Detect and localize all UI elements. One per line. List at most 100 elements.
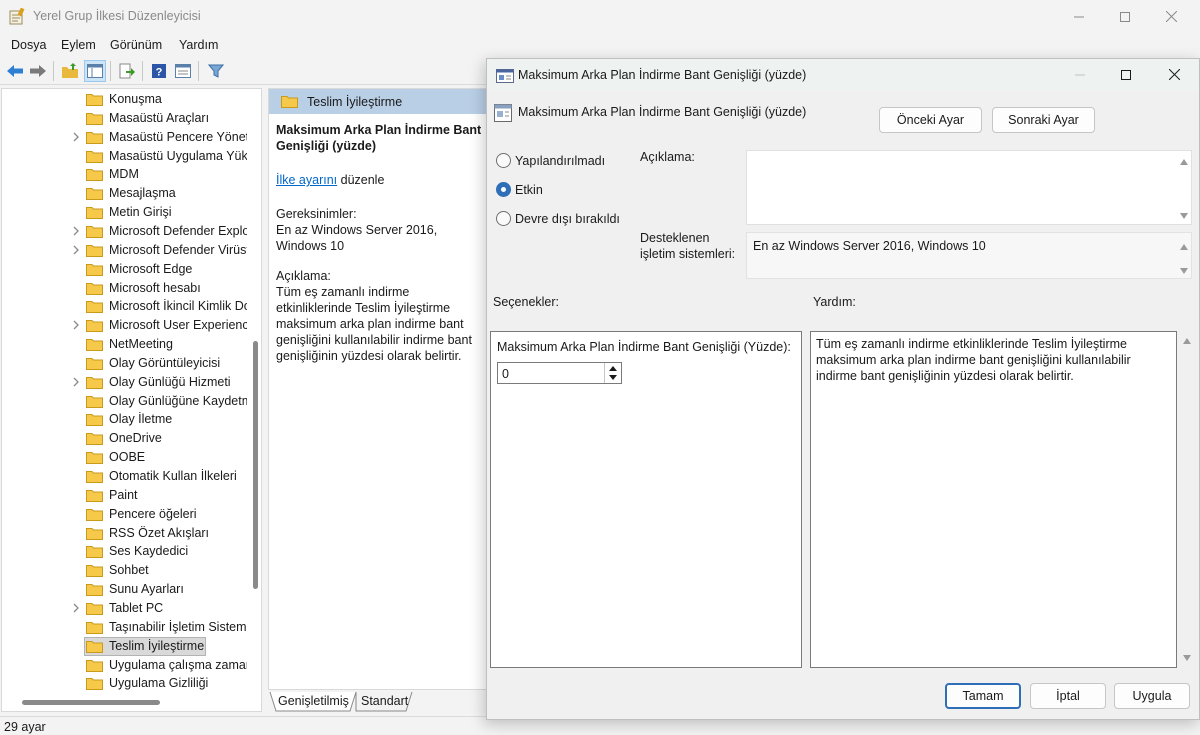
group-policy-app-icon <box>9 8 25 25</box>
apply-button[interactable]: Uygula <box>1114 683 1190 709</box>
scroll-down-icon[interactable] <box>1179 267 1189 275</box>
scroll-up-icon[interactable] <box>1182 337 1192 345</box>
back-button[interactable] <box>4 60 26 82</box>
menu-action[interactable]: Eylem <box>61 38 96 52</box>
cancel-button[interactable]: İptal <box>1030 683 1106 709</box>
tree-item[interactable]: Teslim İyileştirme <box>2 636 261 656</box>
tree-item[interactable]: Masaüstü Pencere Yöneticisi <box>2 128 261 147</box>
chevron-right-icon[interactable] <box>71 131 81 143</box>
previous-setting-button[interactable]: Önceki Ayar <box>879 107 982 133</box>
tree-item[interactable]: Ses Kaydedici <box>2 542 261 561</box>
tree-item[interactable]: MDM <box>2 165 261 184</box>
tree-item[interactable]: Tablet PC <box>2 599 261 618</box>
tree-item[interactable]: Masaüstü Araçları <box>2 109 261 128</box>
forward-button[interactable] <box>27 60 49 82</box>
radio-circle <box>496 182 511 197</box>
tree-item-label: Teslim İyileştirme <box>109 638 205 653</box>
tree-item[interactable]: Uygulama çalışma zamanı <box>2 656 261 675</box>
chevron-right-icon[interactable] <box>71 244 81 256</box>
tree-item[interactable]: Taşınabilir İşletim Sistemi <box>2 618 261 637</box>
tree-item[interactable]: Microsoft hesabı <box>2 279 261 298</box>
tree-item[interactable]: Microsoft Edge <box>2 260 261 279</box>
tree-item[interactable]: Olay Günlüğüne Kaydetme <box>2 392 261 411</box>
close-icon <box>1168 69 1180 80</box>
tree-item[interactable]: Masaüstü Uygulama Yükleyici <box>2 147 261 166</box>
tree-item[interactable]: Microsoft İkincil Kimlik Doğrulama <box>2 297 261 316</box>
spinbox-buttons <box>604 363 621 383</box>
properties-button[interactable] <box>172 60 194 82</box>
bandwidth-percent-spinbox[interactable]: 0 <box>497 362 622 384</box>
tree-item-label: Uygulama Gizliliği <box>109 676 209 691</box>
tree-item[interactable]: OneDrive <box>2 429 261 448</box>
tree-item[interactable]: Olay Günlüğü Hizmeti <box>2 373 261 392</box>
edit-policy-suffix: düzenle <box>337 173 385 187</box>
tree-item-label: Pencere öğeleri <box>109 506 197 521</box>
spin-down-icon[interactable] <box>608 374 618 381</box>
chevron-right-icon[interactable] <box>71 225 81 237</box>
tree-item[interactable]: Sohbet <box>2 561 261 580</box>
tree-vertical-scrollbar[interactable] <box>253 341 258 589</box>
tree-item[interactable]: Konuşma <box>2 90 261 109</box>
close-button[interactable] <box>1148 0 1194 33</box>
description-label: Açıklama: <box>276 269 331 283</box>
tree-item[interactable]: Microsoft User Experience <box>2 316 261 335</box>
scroll-up-icon[interactable] <box>1179 243 1189 251</box>
filter-button[interactable] <box>205 60 227 82</box>
folder-icon <box>86 282 103 295</box>
menu-help[interactable]: Yardım <box>179 38 218 52</box>
chevron-right-icon[interactable] <box>71 319 81 331</box>
options-pane: Maksimum Arka Plan İndirme Bant Genişliğ… <box>490 331 802 668</box>
edit-policy-link[interactable]: İlke ayarını <box>276 173 337 187</box>
folder-icon <box>86 395 103 408</box>
tree-item-label: Olay Görüntüleyicisi <box>109 355 221 370</box>
chevron-right-icon[interactable] <box>71 376 81 388</box>
tree-item[interactable]: Uygulama Gizliliği <box>2 674 261 693</box>
tree-item[interactable]: Paint <box>2 486 261 505</box>
tree-item[interactable]: Metin Girişi <box>2 203 261 222</box>
tree-item[interactable]: Microsoft Defender Exploit Guard <box>2 222 261 241</box>
supported-os-value: En az Windows Server 2016, Windows 10 <box>753 239 986 253</box>
tree-item[interactable]: Olay İletme <box>2 410 261 429</box>
scroll-down-icon[interactable] <box>1179 212 1189 220</box>
tree-item[interactable]: OOBE <box>2 448 261 467</box>
minimize-button[interactable] <box>1056 0 1102 33</box>
tree-item[interactable]: Sunu Ayarları <box>2 580 261 599</box>
folder-icon <box>86 357 103 370</box>
menu-file[interactable]: Dosya <box>11 38 46 52</box>
tree-item-label: Metin Girişi <box>109 205 172 220</box>
maximize-icon <box>1120 11 1130 22</box>
help-button[interactable]: ? <box>148 60 170 82</box>
dialog-maximize-button[interactable] <box>1103 59 1149 90</box>
tree-item[interactable]: NetMeeting <box>2 335 261 354</box>
dialog-minimize-button[interactable] <box>1057 59 1103 90</box>
tree-item[interactable]: Microsoft Defender Virüsten Koruma <box>2 241 261 260</box>
scroll-up-icon[interactable] <box>1179 158 1189 166</box>
comment-textarea[interactable] <box>746 150 1192 225</box>
maximize-button[interactable] <box>1102 0 1148 33</box>
tree-item[interactable]: Pencere öğeleri <box>2 505 261 524</box>
export-list-button[interactable] <box>116 60 138 82</box>
dialog-close-button[interactable] <box>1151 59 1197 90</box>
tree-item[interactable]: Mesajlaşma <box>2 184 261 203</box>
folder-icon <box>281 96 298 108</box>
tab-standard[interactable]: Standart <box>361 694 408 708</box>
tree-item[interactable]: Olay Görüntüleyicisi <box>2 354 261 373</box>
ok-button[interactable]: Tamam <box>945 683 1021 709</box>
show-hide-tree-button[interactable] <box>84 60 106 82</box>
tree-horizontal-scrollbar[interactable] <box>22 700 160 705</box>
tree-item-label: Ses Kaydedici <box>109 544 189 559</box>
chevron-right-icon[interactable] <box>71 602 81 614</box>
scroll-down-icon[interactable] <box>1182 654 1192 662</box>
tree-item[interactable]: Otomatik Kullan İlkeleri <box>2 467 261 486</box>
tree-item[interactable]: RSS Özet Akışları <box>2 524 261 543</box>
policy-setting-dialog: Maksimum Arka Plan İndirme Bant Genişliğ… <box>486 58 1200 720</box>
supported-os-label: Desteklenen işletim sistemleri: <box>640 231 736 261</box>
tab-extended[interactable]: Genişletilmiş <box>278 694 349 708</box>
menu-view[interactable]: Görünüm <box>110 38 162 52</box>
tree-item-label: Uygulama çalışma zamanı <box>109 657 247 672</box>
tree-item-label: Microsoft hesabı <box>109 280 201 295</box>
next-setting-button[interactable]: Sonraki Ayar <box>992 107 1095 133</box>
up-button[interactable] <box>59 60 81 82</box>
spin-up-icon[interactable] <box>608 365 618 372</box>
tree-panel[interactable]: Konuşma Masaüstü Araçları Masaüstü Pencere… <box>1 88 262 712</box>
